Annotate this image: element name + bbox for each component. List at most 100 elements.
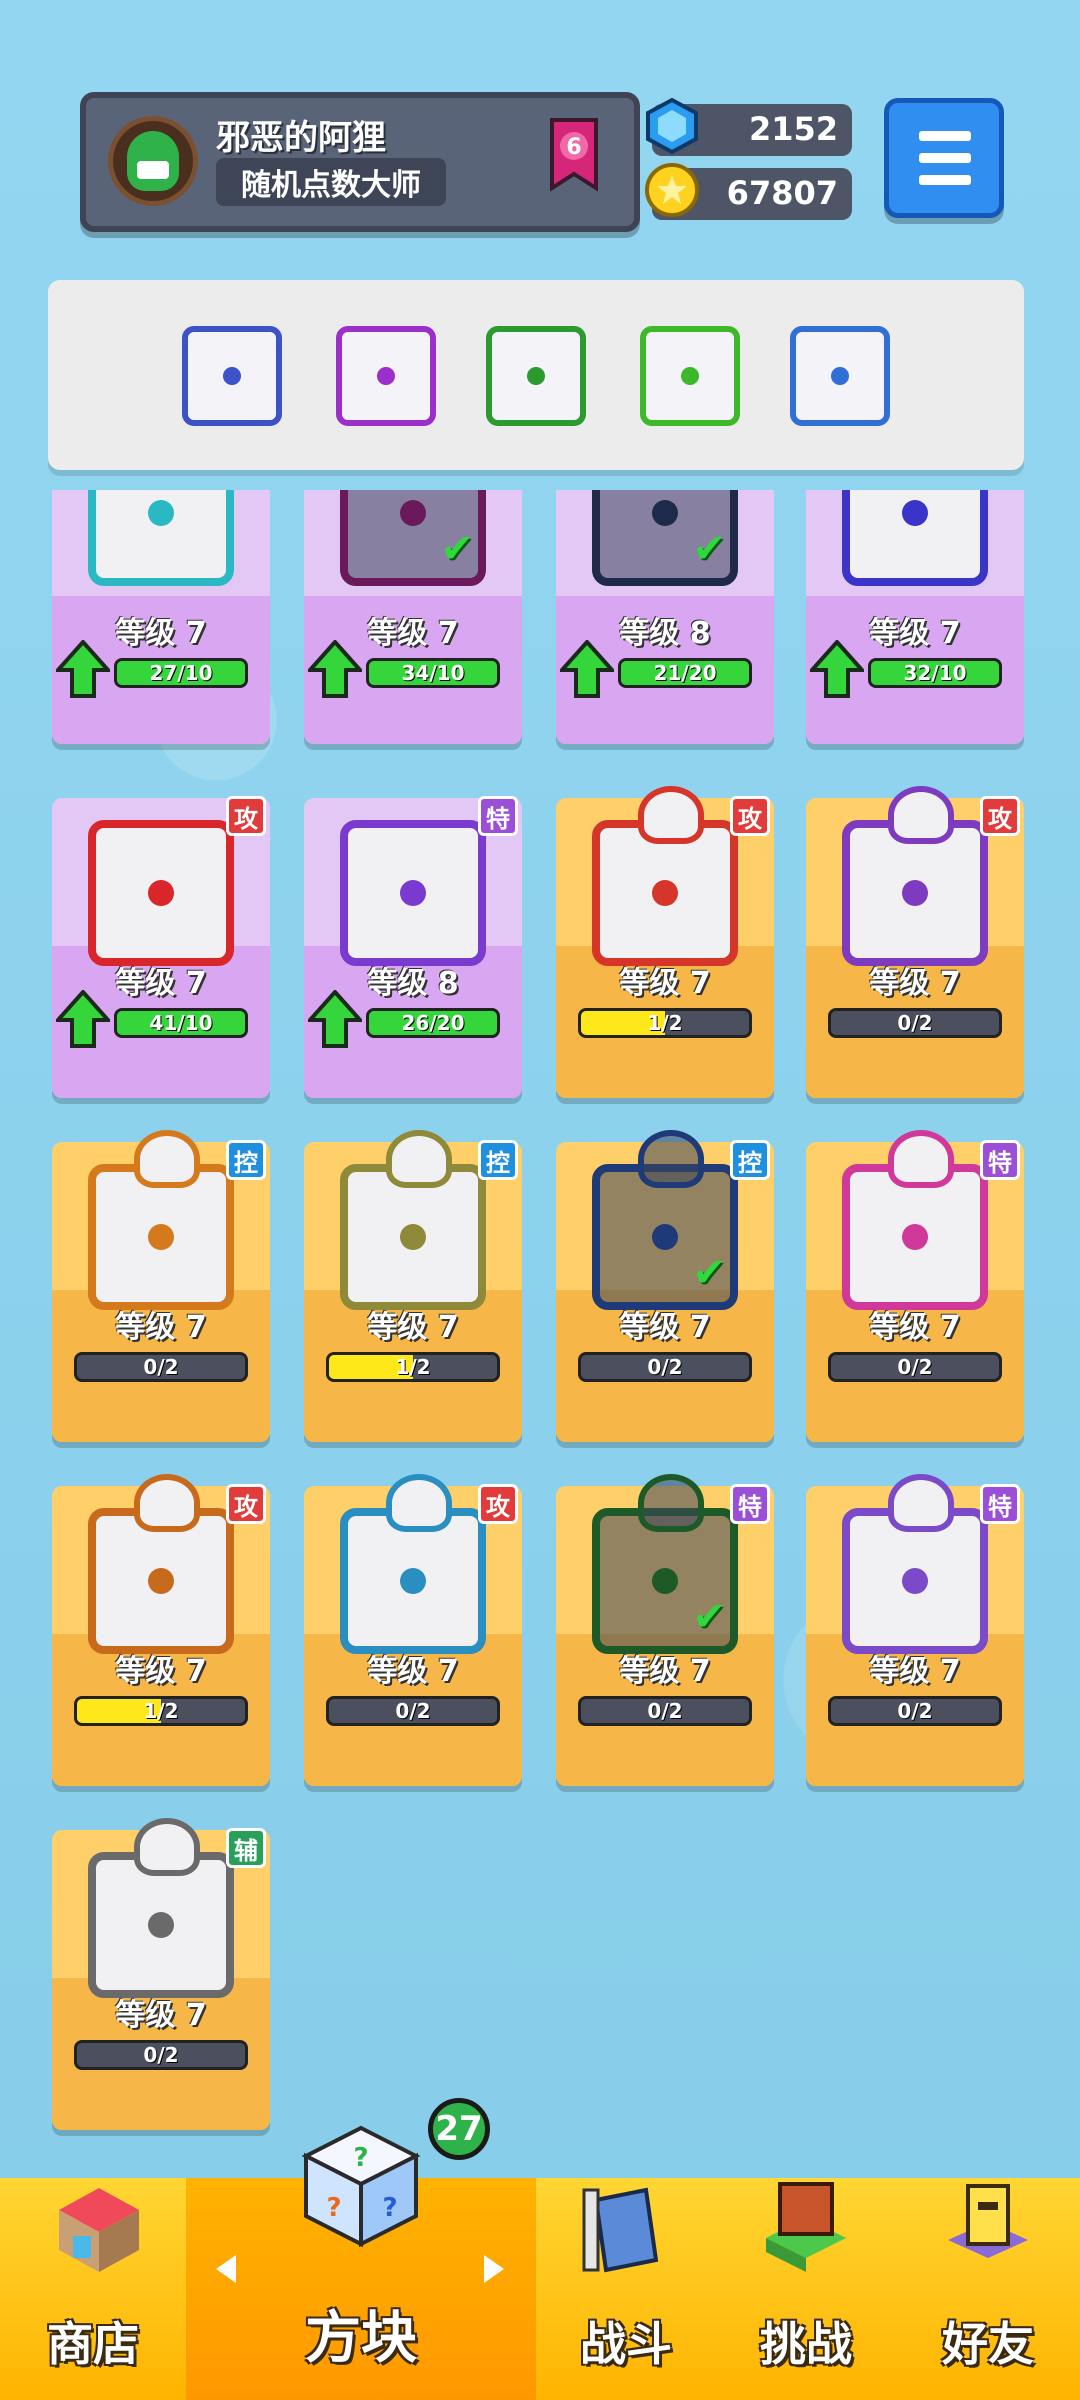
pip: [902, 880, 928, 906]
dice-count-badge: 27: [428, 2098, 490, 2160]
friends-icon: [948, 2184, 1028, 2258]
pip: [527, 367, 545, 385]
deck-slot-ice-dragon-dice[interactable]: [790, 326, 890, 426]
deck-slot-teleport-dice[interactable]: [336, 326, 436, 426]
dice-progress-bar: 26/20: [366, 1008, 500, 1038]
dice-progress-bar: 1/2: [326, 1352, 500, 1382]
nav-challenge-label: 挑战: [760, 2317, 852, 2371]
dice-card[interactable]: ✔ 控等级 7 0/2: [556, 1130, 774, 1442]
dice-type-tag: 攻: [730, 796, 770, 836]
dice-type-tag: 攻: [226, 796, 266, 836]
dice-progress-text: 0/2: [395, 1699, 431, 1723]
dice-card[interactable]: 等级 7 32/10: [806, 490, 1024, 744]
pip: [652, 500, 678, 526]
dice-progress-bar: 0/2: [74, 1352, 248, 1382]
pip: [400, 1568, 426, 1594]
dice-card[interactable]: 辅等级 7 0/2: [52, 1818, 270, 2130]
dice-face: ✔: [592, 1130, 738, 1310]
dice-progress-bar: 1/2: [578, 1008, 752, 1038]
dice-face: [842, 1130, 988, 1310]
nav-friends-label: 好友: [942, 2317, 1034, 2371]
dice-progress-bar: 0/2: [828, 1352, 1002, 1382]
coin-counter[interactable]: 67807: [645, 163, 852, 220]
dice-level: 等级 7: [869, 1654, 961, 1689]
gem-icon: [646, 98, 698, 154]
dice-face: [88, 1818, 234, 1998]
dice-card[interactable]: 特等级 7 0/2: [806, 1130, 1024, 1442]
dice-progress-text: 0/2: [897, 1355, 933, 1379]
deck-slot-thorn-dragon-dice[interactable]: [486, 326, 586, 426]
dice-card[interactable]: ✔ 等级 7 34/10: [304, 490, 522, 744]
dice-progress-bar: 27/10: [114, 658, 248, 688]
pip: [902, 500, 928, 526]
dice-progress-bar: 21/20: [618, 658, 752, 688]
battle-shield-icon: [582, 2187, 659, 2273]
dice-card[interactable]: 攻等级 7 41/10: [52, 796, 270, 1098]
dice-face: [88, 820, 234, 966]
pip: [902, 1224, 928, 1250]
coin-amount: 67807: [726, 174, 838, 212]
upgrade-arrow-icon[interactable]: [308, 640, 362, 698]
rank-number: 6: [566, 135, 581, 160]
pip: [223, 367, 241, 385]
svg-text:?: ?: [382, 2193, 397, 2223]
deck-slot-gear-dice[interactable]: [182, 326, 282, 426]
dice-card[interactable]: 特等级 8 26/20: [304, 796, 522, 1098]
nav-left-arrow-icon[interactable]: [216, 2255, 236, 2283]
nav-right-arrow-icon[interactable]: [484, 2255, 504, 2283]
upgrade-arrow-icon[interactable]: [560, 640, 614, 698]
dice-type-tag: 攻: [226, 1484, 266, 1524]
dice-collection-grid[interactable]: 等级 7 27/10 ✔ 等级 7 34/10 ✔ 等级 8 21/20 等级 7 32/10 攻等…: [0, 490, 1080, 2180]
dice-card[interactable]: 攻等级 7 1/2: [556, 786, 774, 1098]
dice-type-tag: 特: [980, 1140, 1020, 1180]
dice-level: 等级 7: [115, 1654, 207, 1689]
dice-card[interactable]: 攻等级 7 0/2: [806, 786, 1024, 1098]
upgrade-arrow-icon[interactable]: [56, 990, 110, 1048]
menu-icon: [919, 131, 971, 141]
dice-card[interactable]: 特等级 7 0/2: [806, 1474, 1024, 1786]
player-profile-panel[interactable]: 邪恶的阿狸 随机点数大师 6: [80, 92, 640, 232]
nav-shop[interactable]: 商店: [0, 2178, 186, 2400]
dice-type-tag: 控: [478, 1140, 518, 1180]
upgrade-arrow-icon[interactable]: [308, 990, 362, 1048]
dice-progress-text: 0/2: [647, 1699, 683, 1723]
dice-face: [842, 786, 988, 966]
dice-face: [340, 1130, 486, 1310]
deck-slot-poison-dice[interactable]: [640, 326, 740, 426]
coin-icon: [645, 163, 699, 217]
dice-progress-bar: 0/2: [74, 2040, 248, 2070]
dice-card[interactable]: 等级 7 27/10: [52, 490, 270, 744]
dice-face: ✔: [592, 1474, 738, 1654]
dice-card[interactable]: ✔ 等级 8 21/20: [556, 490, 774, 744]
nav-battle-label: 战斗: [580, 2317, 672, 2371]
pip: [148, 500, 174, 526]
nav-dice[interactable]: ? ? ? 方块: [186, 2125, 536, 2400]
dice-face: [88, 1474, 234, 1654]
rank-badge-icon: 6: [550, 118, 598, 192]
dice-card[interactable]: 攻等级 7 0/2: [304, 1474, 522, 1786]
pip: [652, 1224, 678, 1250]
dice-card[interactable]: ✔ 特等级 7 0/2: [556, 1474, 774, 1786]
dice-level: 等级 7: [115, 1310, 207, 1345]
avatar[interactable]: [108, 116, 198, 206]
menu-button[interactable]: [884, 98, 1004, 218]
upgrade-arrow-icon[interactable]: [56, 640, 110, 698]
dice-progress-bar: 32/10: [868, 658, 1002, 688]
dice-face: [592, 786, 738, 966]
upgrade-arrow-icon[interactable]: [810, 640, 864, 698]
dice-level: 等级 7: [869, 966, 961, 1001]
dice-progress-text: 21/20: [653, 661, 717, 685]
dice-progress-bar: 0/2: [578, 1352, 752, 1382]
dice-face: ✔: [340, 490, 486, 586]
pip: [148, 1568, 174, 1594]
dice-card[interactable]: 攻等级 7 1/2: [52, 1474, 270, 1786]
nav-challenge[interactable]: 挑战: [716, 2178, 896, 2400]
nav-friends[interactable]: 好友: [896, 2178, 1080, 2400]
pip: [902, 1568, 928, 1594]
dice-card[interactable]: 控等级 7 0/2: [52, 1130, 270, 1442]
dice-face: [88, 1130, 234, 1310]
equipped-deck: [48, 280, 1024, 470]
nav-battle[interactable]: 战斗: [536, 2178, 716, 2400]
dice-card[interactable]: 控等级 7 1/2: [304, 1130, 522, 1442]
gem-counter[interactable]: 2152: [646, 98, 852, 156]
